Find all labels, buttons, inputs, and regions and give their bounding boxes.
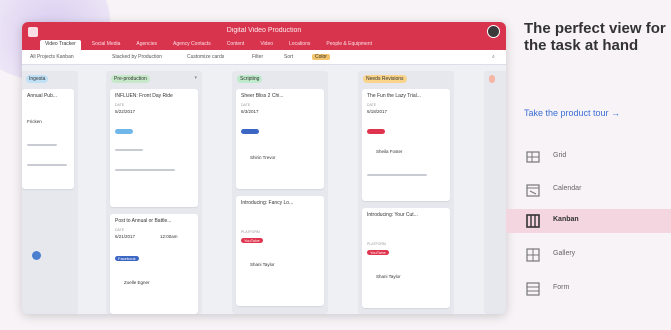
gallery-icon [526, 248, 540, 262]
card-title: Post to Annual or Battle... [115, 218, 172, 224]
tab-content[interactable]: Content [222, 40, 250, 50]
tab-social-media[interactable]: Social Media [87, 40, 126, 50]
kanban-card[interactable]: Annual Pub... Fricken [22, 89, 74, 189]
column-header[interactable]: Scripting [237, 75, 263, 83]
product-tour-link[interactable]: Take the product tour → [524, 108, 620, 118]
tab-people-equipment[interactable]: People & Equipment [321, 40, 377, 50]
card-lead-name: Shani Taylor [250, 262, 275, 267]
stacked-by[interactable]: Stacked by Production [112, 54, 162, 60]
view-label: Gallery [553, 250, 576, 257]
card-platform-chip: YouTube [241, 238, 263, 243]
color-button[interactable]: Color [312, 54, 330, 60]
kanban-column: Ingesta Annual Pub... Fricken [22, 71, 78, 314]
view-label: Kanban [553, 216, 579, 223]
grid-icon [526, 151, 540, 163]
view-item-calendar[interactable]: Calendar [506, 178, 671, 202]
card-field-label: DATE [241, 103, 251, 107]
card-title: Sheer Bliss 2 Chi... [241, 93, 284, 99]
tab-agency-contacts[interactable]: Agency Contacts [168, 40, 216, 50]
kanban-card[interactable]: Sheer Bliss 2 Chi... DATE 6/3/2017 Shiri… [236, 89, 324, 189]
card-title: Introducing: Your Cut... [367, 212, 418, 218]
column-header[interactable]: Needs Revisions [363, 75, 407, 83]
column-header[interactable] [489, 75, 495, 83]
card-text-line [115, 169, 175, 171]
card-field-value: 6/21/2017 [115, 234, 136, 239]
card-field-label: DATE [115, 228, 125, 232]
card-lead-name: Sheila Foster [376, 149, 403, 154]
card-platform-chip: Facebook [115, 256, 139, 261]
sort-button[interactable]: Sort [284, 54, 293, 60]
card-title: Introducing: Fancy Lo... [241, 200, 294, 206]
kanban-board: Ingesta Annual Pub... Fricken Pre-produc… [22, 65, 506, 314]
filter-button[interactable]: Filter [252, 54, 263, 60]
kanban-card[interactable]: Introducing: Your Cut... PLATFORM YouTub… [362, 208, 450, 308]
form-icon [526, 282, 540, 296]
card-text-line [27, 144, 57, 146]
view-toolbar: All Projects Kanban Stacked by Productio… [22, 50, 506, 65]
card-field-time: 12:00am [160, 234, 178, 239]
card-field-value: 6/18/2017 [367, 109, 388, 114]
card-text-line [115, 149, 143, 151]
card-field-value: Fricken [27, 119, 42, 124]
column-menu-icon[interactable]: ▾ [194, 75, 197, 81]
calendar-icon [526, 184, 540, 197]
kanban-icon [526, 214, 540, 228]
column-header[interactable]: Ingesta [26, 75, 49, 83]
view-item-grid[interactable]: Grid [506, 145, 671, 169]
card-chip [241, 129, 259, 134]
view-label: Form [553, 284, 570, 291]
app-topbar: Digital Video Production Video Tracker S… [22, 22, 506, 50]
view-label: Grid [553, 152, 567, 159]
feature-panel: The perfect view for the task at hand Ta… [506, 0, 671, 330]
card-field-label: DATE [115, 103, 125, 107]
tab-locations[interactable]: Locations [284, 40, 315, 50]
view-item-form[interactable]: Form [506, 277, 671, 301]
view-switcher[interactable]: All Projects Kanban [30, 54, 74, 60]
column-header[interactable]: Pre-production [111, 75, 150, 83]
card-title: INFLUEN: Front Day Ride [115, 93, 173, 99]
view-label: Calendar [553, 185, 582, 192]
view-item-gallery[interactable]: Gallery [506, 243, 671, 267]
tab-video[interactable]: Video [255, 40, 278, 50]
card-field-value: 5/22/2017 [115, 109, 136, 114]
kanban-card[interactable]: Introducing: Fancy Lo... PLATFORM YouTub… [236, 196, 324, 306]
tab-video-tracker[interactable]: Video Tracker [40, 40, 81, 50]
kanban-card[interactable]: The Fun the Lazy Trial... DATE 6/18/2017… [362, 89, 450, 201]
kanban-column: Pre-production ▾ INFLUEN: Front Day Ride… [106, 71, 202, 314]
card-text-line [367, 174, 427, 176]
card-field-label: PLATFORM [241, 230, 260, 234]
card-field-value: 6/3/2017 [241, 109, 259, 114]
card-field-label: PLATFORM [367, 242, 386, 246]
card-lead-name: Shani Taylor [376, 274, 401, 279]
app-title[interactable]: Digital Video Production [22, 27, 506, 34]
table-tabs: Video Tracker Social Media Agencies Agen… [40, 40, 377, 50]
kanban-card[interactable]: INFLUEN: Front Day Ride DATE 5/22/2017 [110, 89, 198, 207]
add-card-icon[interactable] [32, 251, 41, 260]
tab-agencies[interactable]: Agencies [131, 40, 162, 50]
customize-cards[interactable]: Customize cards [187, 54, 224, 60]
card-chip [367, 129, 385, 134]
card-title: Annual Pub... [27, 93, 58, 99]
kanban-column: Needs Revisions The Fun the Lazy Trial..… [358, 71, 454, 314]
card-text-line [27, 164, 67, 166]
user-avatar[interactable] [487, 25, 500, 38]
card-chip [115, 129, 133, 134]
view-item-kanban[interactable]: Kanban [506, 209, 671, 233]
card-title: The Fun the Lazy Trial... [367, 93, 421, 99]
kanban-card[interactable]: Post to Annual or Battle... DATE 6/21/20… [110, 214, 198, 314]
card-platform-chip: YouTube [367, 250, 389, 255]
card-lead-name: Shirin Trevor [250, 155, 276, 160]
card-field-label: DATE [367, 103, 377, 107]
panel-headline: The perfect view for the task at hand [524, 20, 666, 54]
app-screenshot: Digital Video Production Video Tracker S… [22, 22, 506, 314]
card-lead-name: Zoelle Egner [124, 280, 150, 285]
kanban-column: Scripting Sheer Bliss 2 Chi... DATE 6/3/… [232, 71, 328, 314]
search-icon[interactable]: ⌕ [492, 54, 495, 60]
kanban-column [484, 71, 506, 314]
